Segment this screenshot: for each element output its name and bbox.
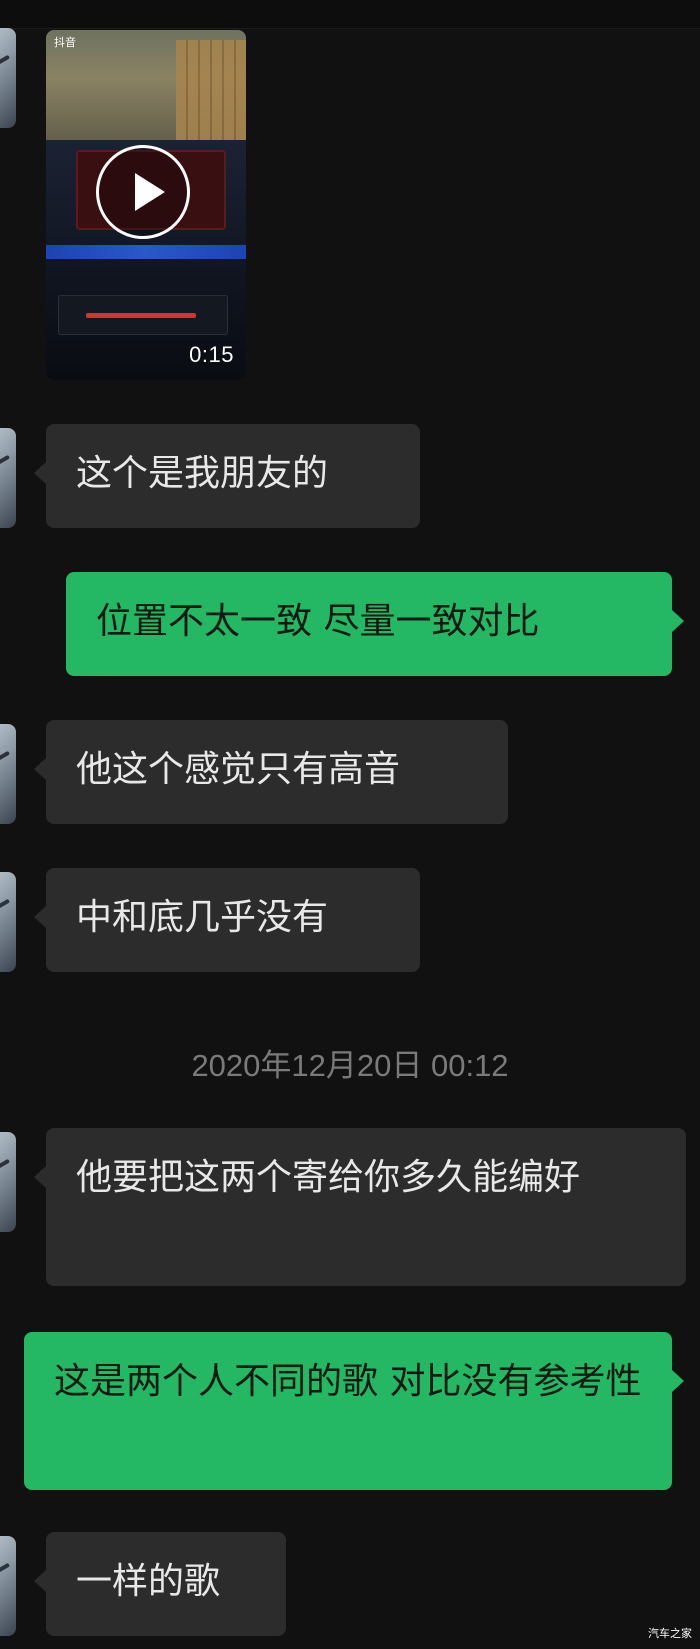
- message-text: 这个是我朋友的: [76, 453, 329, 494]
- contact-avatar[interactable]: [0, 872, 16, 972]
- video-duration: 0:15: [189, 342, 234, 367]
- top-bar: [0, 0, 700, 29]
- message-text: 他这个感觉只有高音: [76, 749, 401, 790]
- message-text: 他要把这两个寄给你多久能编好: [76, 1157, 581, 1198]
- message-text: 一样的歌: [76, 1561, 221, 1602]
- chat-timestamp: 2020年12月20日 00:12: [191, 1048, 509, 1083]
- incoming-message[interactable]: 他要把这两个寄给你多久能编好: [34, 1128, 686, 1286]
- incoming-message[interactable]: 一样的歌: [34, 1532, 286, 1636]
- play-icon[interactable]: [96, 145, 190, 239]
- watermark: 汽车之家: [648, 1627, 692, 1640]
- contact-avatar[interactable]: [0, 724, 16, 824]
- contact-avatar[interactable]: [0, 428, 16, 528]
- incoming-message[interactable]: 中和底几乎没有: [34, 868, 420, 972]
- outgoing-message[interactable]: 位置不太一致 尽量一致对比: [66, 572, 684, 676]
- incoming-message[interactable]: 这个是我朋友的: [34, 424, 420, 528]
- contact-avatar[interactable]: [0, 1536, 16, 1636]
- video-thumbnail-panel: [58, 295, 228, 335]
- video-thumbnail-ambient-light: [46, 245, 246, 259]
- video-message[interactable]: 抖音 0:15: [46, 30, 246, 380]
- video-thumbnail-shelf: [176, 40, 246, 140]
- contact-avatar[interactable]: [0, 1132, 16, 1232]
- video-brand-label: 抖音: [54, 36, 76, 49]
- outgoing-message[interactable]: 这是两个人不同的歌 对比没有参考性: [24, 1332, 684, 1490]
- message-text: 这是两个人不同的歌 对比没有参考性: [54, 1361, 642, 1402]
- contact-avatar[interactable]: [0, 28, 16, 128]
- incoming-message[interactable]: 他这个感觉只有高音: [34, 720, 508, 824]
- message-text: 位置不太一致 尽量一致对比: [96, 601, 540, 642]
- message-text: 中和底几乎没有: [76, 897, 329, 938]
